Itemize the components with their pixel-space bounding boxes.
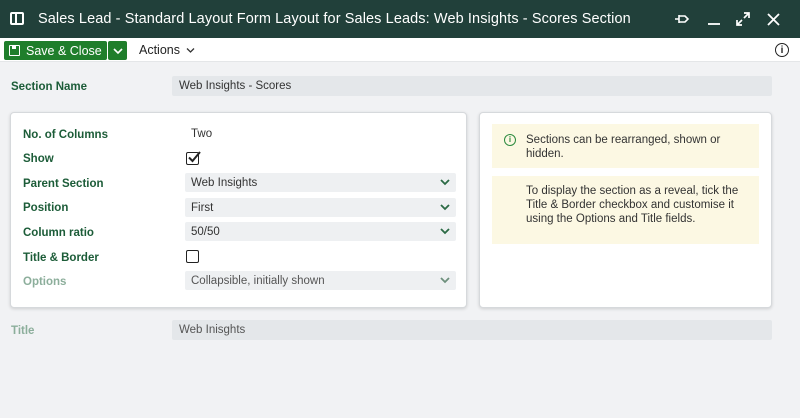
parent-section-select[interactable]: Web Insights	[185, 173, 456, 192]
save-and-close-button[interactable]: Save & Close	[4, 41, 107, 60]
column-ratio-value: 50/50	[191, 225, 220, 238]
app-window-icon	[10, 12, 24, 25]
options-select[interactable]: Collapsible, initially shown	[185, 271, 456, 290]
columns-value: Two	[191, 128, 213, 140]
toolbar: Save & Close Actions i	[0, 38, 800, 62]
info-icon[interactable]: i	[775, 43, 789, 57]
info-circle-icon: i	[504, 134, 516, 146]
parent-section-label: Parent Section	[23, 178, 104, 190]
save-icon	[9, 45, 20, 56]
title-bar: Sales Lead - Standard Layout Form Layout…	[0, 0, 800, 38]
chevron-down-icon	[186, 47, 195, 53]
actions-menu[interactable]: Actions	[139, 43, 195, 57]
parent-section-value: Web Insights	[191, 176, 258, 189]
help-note-1-text: Sections can be rearranged, shown or hid…	[526, 134, 721, 160]
position-select[interactable]: First	[185, 198, 456, 217]
title-label: Title	[11, 325, 35, 337]
title-border-checkbox[interactable]	[186, 250, 199, 263]
column-ratio-select[interactable]: 50/50	[185, 222, 456, 241]
chevron-down-icon	[440, 228, 450, 235]
checkmark-icon	[188, 151, 201, 163]
section-name-input[interactable]: Web Insights - Scores	[172, 76, 772, 96]
title-input[interactable]: Web Inisghts	[172, 320, 772, 340]
save-and-close-label: Save & Close	[26, 43, 102, 58]
save-options-dropdown[interactable]	[108, 41, 127, 60]
help-note-1: i Sections can be rearranged, shown or h…	[492, 124, 759, 168]
show-label: Show	[23, 153, 54, 165]
chevron-down-icon	[112, 47, 123, 54]
minimize-icon[interactable]	[701, 6, 727, 32]
show-checkbox[interactable]	[186, 151, 201, 165]
options-value: Collapsible, initially shown	[191, 274, 325, 287]
help-note-2: To display the section as a reveal, tick…	[492, 176, 759, 244]
title-border-label: Title & Border	[23, 252, 99, 264]
position-label: Position	[23, 202, 69, 214]
window-title: Sales Lead - Standard Layout Form Layout…	[38, 11, 631, 27]
chevron-down-icon	[440, 204, 450, 211]
options-label: Options	[23, 276, 67, 288]
section-name-label: Section Name	[11, 81, 88, 93]
close-icon[interactable]	[760, 6, 786, 32]
position-value: First	[191, 201, 214, 214]
pin-icon[interactable]	[669, 6, 695, 32]
maximize-icon[interactable]	[730, 6, 756, 32]
chevron-down-icon	[440, 277, 450, 284]
chevron-down-icon	[440, 179, 450, 186]
actions-label: Actions	[139, 43, 180, 57]
columns-label: No. of Columns	[23, 129, 108, 141]
column-ratio-label: Column ratio	[23, 227, 94, 239]
